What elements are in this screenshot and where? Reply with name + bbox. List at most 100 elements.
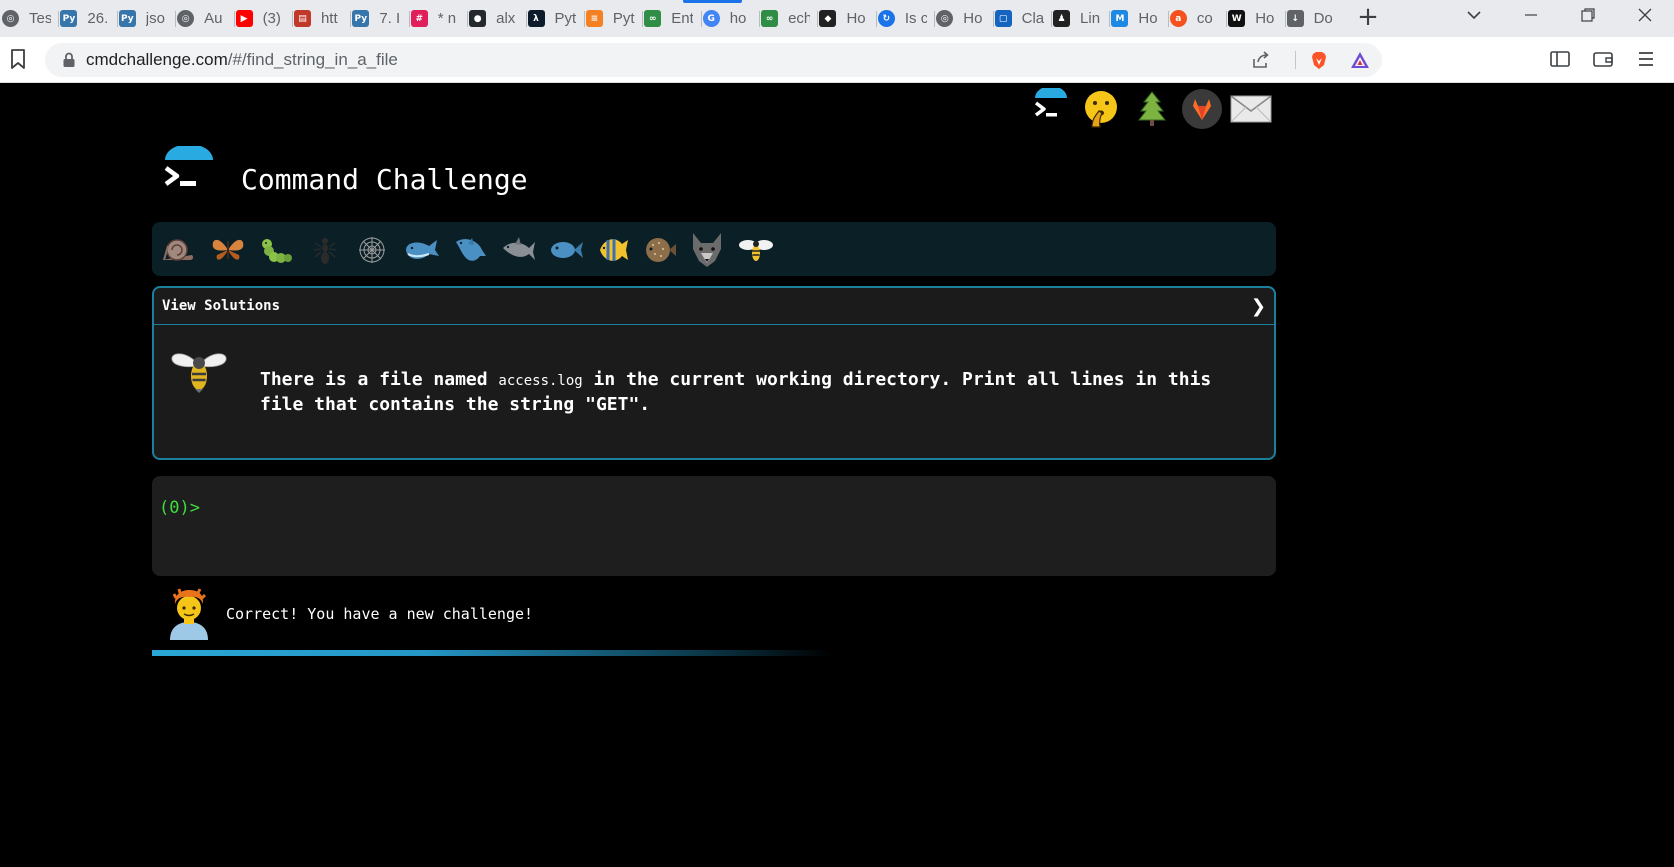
browser-tab[interactable]: ◎ Tes (0, 0, 58, 37)
lock-icon[interactable] (62, 52, 76, 68)
browser-tab[interactable]: ▤ htt (291, 0, 350, 37)
browser-tab[interactable]: Py 7. I (350, 0, 408, 37)
sidebar-icon[interactable] (1549, 48, 1571, 70)
browser-tab[interactable]: λ Pyt (525, 0, 584, 37)
tab-title: (3) (262, 10, 281, 27)
restore-button[interactable] (1576, 6, 1600, 30)
challenge-text-before: There is a file named (260, 369, 499, 390)
terminal-input-area[interactable]: (0)> (152, 476, 1276, 576)
ask-icon: a (1169, 10, 1187, 27)
bee-icon (171, 353, 227, 393)
browser-tab[interactable]: # * n (408, 0, 467, 37)
browser-tab[interactable]: ≡ Pyt (583, 0, 642, 37)
progress-caterpillar[interactable] (256, 231, 296, 269)
progress-snail[interactable] (158, 231, 198, 269)
active-tab-indicator (683, 0, 742, 3)
browser-tab[interactable]: ◎ Au (175, 0, 233, 37)
tab-search-button[interactable] (1462, 6, 1486, 30)
gitlab-link[interactable] (1181, 88, 1223, 130)
progress-wolf[interactable] (687, 231, 727, 269)
ant-icon (313, 238, 337, 264)
browser-tab[interactable]: W Ho (1226, 0, 1284, 37)
browser-tab[interactable]: ◎ Ho (934, 0, 992, 37)
browser-tab[interactable]: ▶ (3) (233, 0, 292, 37)
brave-rewards-icon[interactable] (1350, 50, 1370, 70)
progress-fish[interactable] (546, 231, 586, 269)
progress-bee[interactable] (736, 231, 776, 269)
progress-spider-web[interactable] (352, 231, 392, 269)
progress-tropical-fish[interactable] (593, 231, 633, 269)
browser-tab[interactable]: Py jso (116, 0, 175, 37)
browser-tab[interactable]: ♟ Lin (1051, 0, 1109, 37)
google-icon: G (702, 10, 720, 27)
progress-blowfish[interactable] (640, 231, 680, 269)
slack-icon: # (410, 10, 428, 27)
view-solutions-label: View Solutions (162, 298, 281, 314)
progress-whale[interactable] (402, 231, 442, 269)
address-bar[interactable]: cmdchallenge.com/#/find_string_in_a_file (45, 43, 1382, 77)
feedback-message: Correct! You have a new challenge! (226, 605, 534, 623)
tree-link[interactable] (1131, 88, 1173, 130)
brave-shield-icon[interactable] (1309, 50, 1329, 70)
browser-tab[interactable]: ● alx (467, 0, 525, 37)
restore-icon (1581, 8, 1595, 22)
browser-tab[interactable]: ◆ Ho (817, 0, 875, 37)
site-logo[interactable] (161, 146, 217, 202)
code-icon: λ (527, 10, 545, 27)
wallet-icon[interactable] (1592, 48, 1614, 70)
browser-toolbar: cmdchallenge.com/#/find_string_in_a_file (0, 37, 1674, 83)
browser-tab[interactable]: M Ho (1109, 0, 1167, 37)
bookmark-button[interactable] (8, 48, 28, 70)
url-path: /#/find_string_in_a_file (227, 50, 398, 69)
browser-tab[interactable]: ↻ Is c (875, 0, 934, 37)
spider-web-icon (359, 237, 385, 263)
tab-title: jso (145, 10, 165, 27)
browser-tab[interactable]: ∞ Ent (642, 0, 700, 37)
view-solutions-toggle[interactable]: View Solutions ❯ (154, 288, 1274, 325)
youtube-icon: ▶ (235, 10, 253, 27)
tab-title: Ho (963, 10, 983, 27)
url-text[interactable]: cmdchallenge.com/#/find_string_in_a_file (86, 50, 398, 70)
close-window-button[interactable] (1633, 6, 1657, 30)
site-title[interactable]: Command Challenge (241, 163, 528, 196)
shush-face-icon (1085, 91, 1117, 128)
chevron-down-icon (1467, 11, 1481, 20)
new-tab-button[interactable]: + (1356, 4, 1380, 30)
tab-title: Pyt (554, 10, 577, 27)
browser-tab[interactable]: Gho (700, 0, 759, 37)
challenge-card: View Solutions ❯ There is a file named a… (152, 286, 1276, 460)
globe-icon: ◎ (936, 10, 954, 27)
tree-icon (1137, 91, 1167, 126)
python-icon: Py (118, 10, 136, 27)
tab-title: Ho (846, 10, 866, 27)
browser-tab[interactable]: ▢ Cla (992, 0, 1051, 37)
feedback-progress-line (152, 650, 832, 656)
browser-tab[interactable]: a co (1167, 0, 1226, 37)
menu-icon[interactable] (1635, 48, 1657, 70)
progress-butterfly[interactable] (208, 231, 248, 269)
progress-ant[interactable] (305, 231, 345, 269)
url-host: cmdchallenge.com (86, 50, 228, 69)
progress-dolphin[interactable] (450, 231, 490, 269)
progress-dolphin-2[interactable] (499, 231, 539, 269)
tab-title: Pyt (612, 10, 635, 27)
shush-link[interactable] (1080, 88, 1122, 130)
person-icon (170, 588, 208, 640)
browser-tab[interactable]: ∞ ech (759, 0, 817, 37)
browser-tab[interactable]: ↓ Do (1284, 0, 1343, 37)
w-icon: W (1228, 10, 1246, 27)
tropical-fish-icon (600, 239, 628, 261)
minimize-button[interactable] (1519, 6, 1543, 30)
diamond-icon: ◆ (819, 10, 837, 27)
fish-icon (551, 242, 583, 258)
gitlab-icon (1182, 89, 1222, 129)
tab-title: Lin (1080, 10, 1101, 27)
github-icon: ● (469, 10, 487, 27)
mail-link[interactable] (1230, 88, 1272, 130)
share-icon[interactable] (1251, 50, 1271, 70)
globe-icon: ◎ (2, 10, 19, 27)
logo-arc (165, 146, 213, 160)
terminal-link[interactable] (1030, 88, 1072, 130)
python-icon: Py (352, 10, 370, 27)
browser-tab[interactable]: Py 26. (58, 0, 116, 37)
